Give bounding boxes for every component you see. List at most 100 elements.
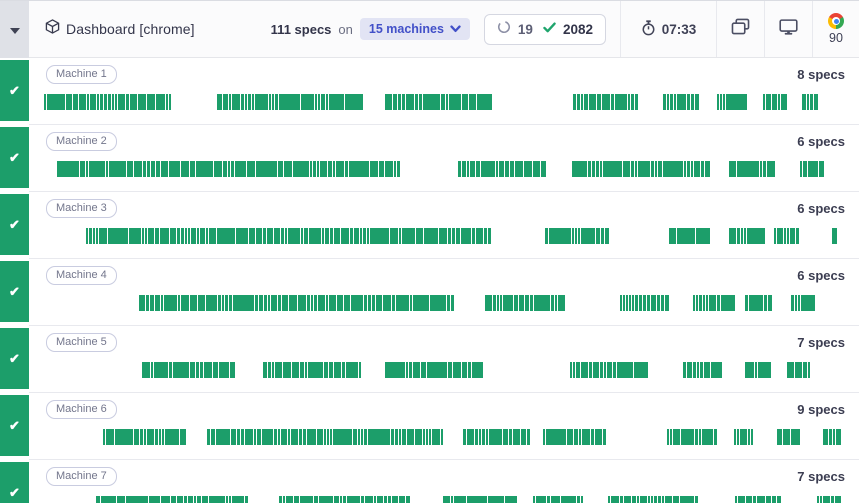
spec-bar[interactable] <box>669 228 710 244</box>
spec-bar[interactable] <box>573 94 638 110</box>
spec-bar[interactable] <box>620 295 670 311</box>
spec-bars-track <box>29 496 859 503</box>
machine-status-block: ✔ <box>0 60 29 121</box>
machine-status-rail: ✔ <box>0 460 29 503</box>
machine-row: ✔ Machine 7 7 specs <box>0 460 859 503</box>
spec-bar[interactable] <box>217 94 363 110</box>
spec-bar[interactable] <box>385 94 492 110</box>
spec-bar[interactable] <box>777 429 800 445</box>
machine-row: ✔ Machine 1 8 specs <box>0 58 859 125</box>
machine-badge[interactable]: Machine 5 <box>46 333 117 352</box>
specs-count: 111 specs <box>271 22 332 37</box>
spec-bar[interactable] <box>443 496 517 503</box>
spec-bar[interactable] <box>667 429 717 445</box>
duration-section: 07:33 <box>620 1 716 57</box>
spec-bar[interactable] <box>485 295 565 311</box>
spec-bar[interactable] <box>572 161 710 177</box>
spec-bar[interactable] <box>717 94 748 110</box>
spec-bar[interactable] <box>57 161 230 177</box>
machine-status-rail: ✔ <box>0 393 29 460</box>
spec-bar[interactable] <box>86 228 491 244</box>
machine-status-block: ✔ <box>0 127 29 188</box>
spec-bar[interactable] <box>774 228 799 244</box>
spec-bar[interactable] <box>103 429 186 445</box>
specs-count-label: 6 specs <box>797 134 845 149</box>
machine-badge[interactable]: Machine 4 <box>46 266 117 285</box>
machine-badge[interactable]: Machine 6 <box>46 400 117 419</box>
specs-count-label: 7 specs <box>797 469 845 484</box>
title-group: Dashboard [chrome] <box>45 19 195 39</box>
spec-bar[interactable] <box>734 429 755 445</box>
specs-count-label: 8 specs <box>797 67 845 82</box>
machine-timeline: Machine 3 6 specs <box>29 192 859 259</box>
spec-bar[interactable] <box>745 295 773 311</box>
spec-bar[interactable] <box>385 362 483 378</box>
check-icon: ✔ <box>9 352 20 365</box>
spec-bar[interactable] <box>791 295 815 311</box>
machines-dropdown-button[interactable]: 15 machines <box>360 18 470 40</box>
specs-count-label: 7 specs <box>797 335 845 350</box>
spec-bar[interactable] <box>142 362 237 378</box>
spec-bar[interactable] <box>817 496 841 503</box>
spec-bar[interactable] <box>608 496 698 503</box>
spec-bar[interactable] <box>263 362 361 378</box>
browser-version: 90 <box>829 31 843 45</box>
machine-rows: ✔ Machine 1 8 specs ✔ Machine 2 6 specs … <box>0 58 859 503</box>
spec-bar[interactable] <box>543 429 606 445</box>
caret-down-icon[interactable] <box>10 21 20 39</box>
spec-bar[interactable] <box>735 496 783 503</box>
check-icon: ✔ <box>9 285 20 298</box>
spec-bar[interactable] <box>745 362 771 378</box>
machine-timeline: Machine 6 9 specs <box>29 393 859 460</box>
machine-status-rail: ✔ <box>0 326 29 393</box>
spec-bar[interactable] <box>729 228 765 244</box>
spec-bar[interactable] <box>787 362 810 378</box>
browser-section: 90 <box>812 1 859 57</box>
check-icon <box>543 20 556 38</box>
spec-bar[interactable] <box>231 161 400 177</box>
machine-status-rail: ✔ <box>0 58 29 125</box>
machine-status-rail: ✔ <box>0 192 29 259</box>
spec-bar[interactable] <box>683 362 722 378</box>
check-icon: ✔ <box>9 419 20 432</box>
spec-bar[interactable] <box>463 429 530 445</box>
spec-bars-track <box>29 94 859 110</box>
machine-row: ✔ Machine 4 6 specs <box>0 259 859 326</box>
spec-bar[interactable] <box>327 429 445 445</box>
machine-badge[interactable]: Machine 2 <box>46 132 117 151</box>
spec-bars-track <box>29 228 859 244</box>
spec-bar[interactable] <box>279 496 410 503</box>
spec-bar[interactable] <box>207 429 326 445</box>
machine-badge[interactable]: Machine 7 <box>46 467 117 486</box>
spec-bar[interactable] <box>729 161 775 177</box>
specs-count-label: 9 specs <box>797 402 845 417</box>
spec-bar[interactable] <box>44 94 173 110</box>
spec-bar[interactable] <box>823 429 841 445</box>
spec-bar[interactable] <box>570 362 648 378</box>
monitor-icon[interactable] <box>779 19 798 40</box>
spec-bar[interactable] <box>545 228 609 244</box>
machine-row: ✔ Machine 2 6 specs <box>0 125 859 192</box>
spec-bar[interactable] <box>763 94 787 110</box>
machine-badge[interactable]: Machine 1 <box>46 65 117 84</box>
display-section <box>764 1 812 57</box>
spec-bar[interactable] <box>139 295 455 311</box>
machine-status-block: ✔ <box>0 261 29 322</box>
browser-windows-icon[interactable] <box>731 18 750 40</box>
spec-bar[interactable] <box>533 496 585 503</box>
machine-row: ✔ Machine 5 7 specs <box>0 326 859 393</box>
spec-bar[interactable] <box>832 228 837 244</box>
machine-timeline: Machine 1 8 specs <box>29 58 859 125</box>
spec-bar[interactable] <box>96 496 248 503</box>
spec-bar[interactable] <box>802 94 818 110</box>
package-cube-icon <box>45 19 60 39</box>
page-title: Dashboard [chrome] <box>66 21 195 37</box>
machine-timeline: Machine 5 7 specs <box>29 326 859 393</box>
machine-badge[interactable]: Machine 3 <box>46 199 117 218</box>
spec-bar[interactable] <box>458 161 546 177</box>
spec-bar[interactable] <box>663 94 700 110</box>
spec-bar[interactable] <box>693 295 735 311</box>
spec-bar[interactable] <box>800 161 824 177</box>
machine-timeline: Machine 4 6 specs <box>29 259 859 326</box>
machine-timeline: Machine 2 6 specs <box>29 125 859 192</box>
